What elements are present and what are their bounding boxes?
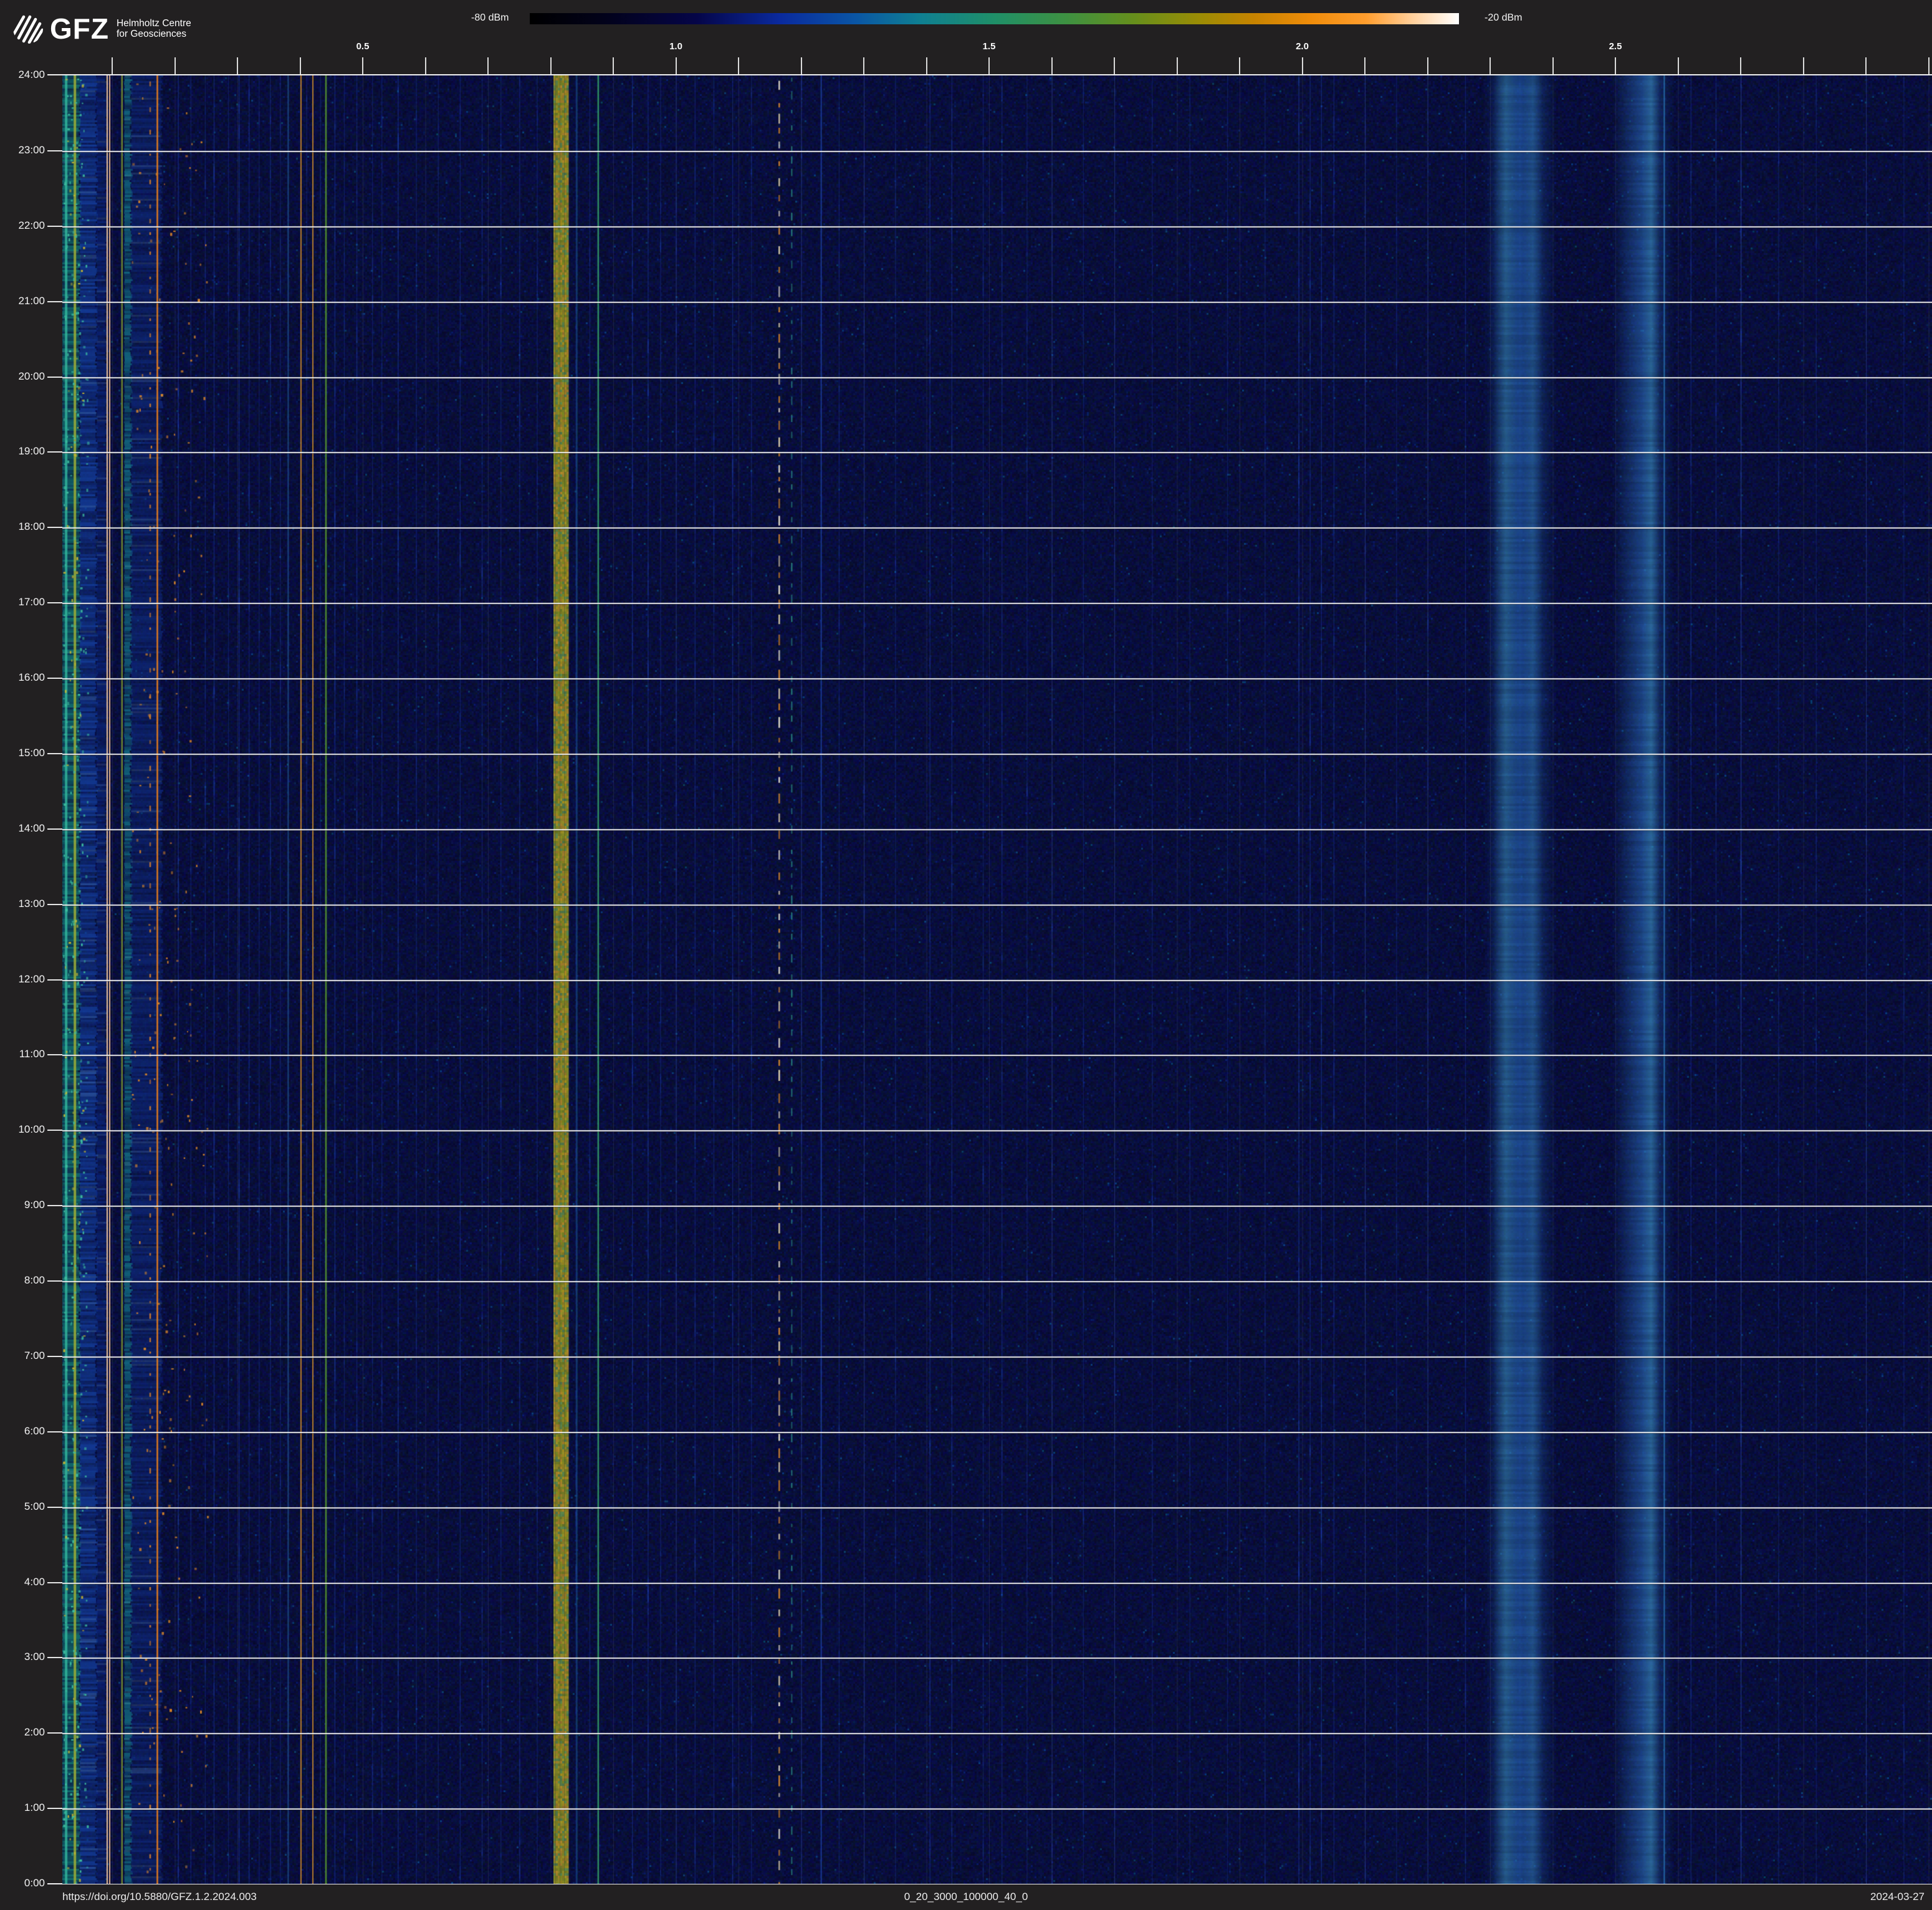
freq-tick-label: 2.5	[1597, 41, 1634, 52]
spectrogram-page: GFZ Helmholtz Centre for Geosciences -80…	[0, 0, 1932, 1910]
gfz-logo-text: GFZ	[50, 14, 109, 43]
time-label: 6:00	[1, 1425, 45, 1437]
time-label: 12:00	[1, 973, 45, 986]
time-tick	[47, 1808, 62, 1809]
freq-tick	[613, 57, 614, 74]
freq-tick	[738, 57, 739, 74]
footer-doi: https://doi.org/10.5880/GFZ.1.2.2024.003	[62, 1891, 257, 1903]
time-label: 22:00	[1, 219, 45, 232]
time-label: 16:00	[1, 671, 45, 684]
gfz-logo-subtitle: Helmholtz Centre for Geosciences	[117, 18, 191, 39]
time-tick	[47, 1280, 62, 1282]
time-tick	[47, 1130, 62, 1131]
time-tick	[47, 1657, 62, 1658]
time-label: 4:00	[1, 1576, 45, 1588]
time-tick	[47, 1431, 62, 1432]
freq-tick	[175, 57, 176, 74]
freq-tick	[801, 57, 802, 74]
time-tick	[47, 1356, 62, 1357]
freq-tick	[1427, 57, 1428, 74]
freq-tick-label: 1.0	[658, 41, 695, 52]
freq-tick	[1615, 57, 1616, 74]
freq-tick	[926, 57, 927, 74]
freq-tick	[1177, 57, 1178, 74]
colorbar-max-label: -20 dBm	[1485, 12, 1522, 24]
time-tick	[47, 451, 62, 453]
freq-tick	[487, 57, 489, 74]
time-label: 14:00	[1, 822, 45, 835]
freq-tick	[362, 57, 363, 74]
freq-tick	[425, 57, 426, 74]
footer-date: 2024-03-27	[1870, 1891, 1925, 1903]
time-label: 21:00	[1, 295, 45, 307]
time-label: 20:00	[1, 370, 45, 383]
time-label: 1:00	[1, 1802, 45, 1814]
time-label: 23:00	[1, 144, 45, 156]
freq-tick	[863, 57, 864, 74]
time-tick	[47, 1054, 62, 1055]
time-label: 7:00	[1, 1350, 45, 1362]
freq-tick	[300, 57, 301, 74]
freq-tick	[1364, 57, 1365, 74]
freq-tick-label: 0.5	[344, 41, 381, 52]
time-tick	[47, 979, 62, 981]
freq-tick	[112, 57, 113, 74]
time-tick	[47, 678, 62, 679]
colorbar-min-label: -80 dBm	[471, 12, 509, 24]
time-label: 2:00	[1, 1726, 45, 1739]
time-tick	[47, 527, 62, 528]
time-label: 17:00	[1, 596, 45, 608]
freq-tick	[237, 57, 238, 74]
time-tick	[47, 226, 62, 227]
gfz-logo-icon	[12, 13, 44, 44]
freq-tick	[1051, 57, 1053, 74]
time-tick	[47, 1732, 62, 1734]
time-tick	[47, 150, 62, 151]
freq-tick	[1803, 57, 1804, 74]
time-label: 0:00	[1, 1877, 45, 1889]
freq-tick	[1552, 57, 1554, 74]
time-tick	[47, 377, 62, 378]
time-tick	[47, 1582, 62, 1583]
time-label: 18:00	[1, 521, 45, 533]
freq-tick	[550, 57, 552, 74]
time-label: 10:00	[1, 1123, 45, 1136]
logo-subtitle-line1: Helmholtz Centre	[117, 18, 191, 29]
freq-tick	[1678, 57, 1679, 74]
time-tick	[47, 301, 62, 302]
time-tick	[47, 1507, 62, 1508]
time-tick	[47, 904, 62, 905]
gfz-logo: GFZ Helmholtz Centre for Geosciences	[12, 11, 191, 46]
freq-tick	[1490, 57, 1491, 74]
time-label: 24:00	[1, 69, 45, 81]
time-tick	[47, 602, 62, 603]
freq-tick	[1239, 57, 1240, 74]
freq-tick-label: 1.5	[970, 41, 1008, 52]
freq-tick	[1928, 57, 1930, 74]
logo-subtitle-line2: for Geosciences	[117, 29, 191, 39]
time-tick	[47, 1205, 62, 1206]
freq-tick	[1740, 57, 1741, 74]
time-tick	[47, 828, 62, 830]
freq-tick	[988, 57, 990, 74]
time-label: 5:00	[1, 1500, 45, 1513]
time-label: 19:00	[1, 445, 45, 458]
freq-tick	[1302, 57, 1303, 74]
footer-params: 0_20_3000_100000_40_0	[904, 1891, 1028, 1903]
freq-tick	[676, 57, 677, 74]
time-label: 8:00	[1, 1274, 45, 1287]
freq-tick	[1114, 57, 1115, 74]
time-label: 3:00	[1, 1651, 45, 1663]
spectrogram-canvas	[62, 75, 1932, 1884]
time-tick	[47, 753, 62, 754]
colorbar-gradient	[530, 13, 1459, 24]
freq-tick	[1865, 57, 1867, 74]
freq-tick-label: 2.0	[1284, 41, 1321, 52]
time-label: 9:00	[1, 1199, 45, 1211]
time-label: 11:00	[1, 1048, 45, 1060]
time-label: 13:00	[1, 898, 45, 910]
time-label: 15:00	[1, 747, 45, 759]
